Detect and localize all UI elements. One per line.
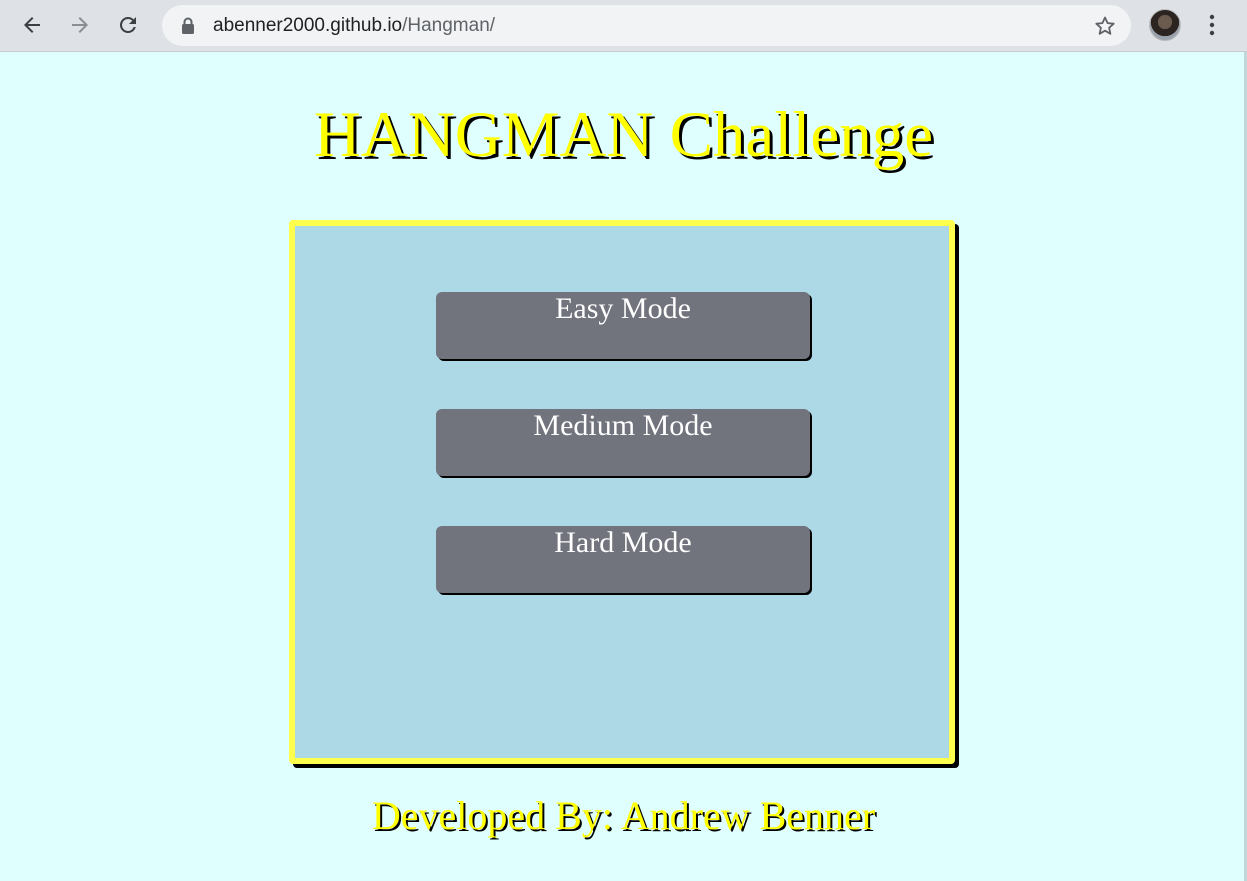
url-path: /Hangman/	[402, 15, 496, 36]
forward-button[interactable]	[63, 8, 97, 42]
browser-toolbar: abenner2000.github.io/Hangman/	[0, 0, 1247, 52]
more-vert-icon[interactable]	[1200, 12, 1224, 38]
forward-arrow-icon	[72, 17, 88, 33]
hard-mode-button[interactable]: Hard Mode	[436, 526, 810, 593]
developer-credit: Developed By: Andrew Benner	[371, 793, 876, 838]
mode-panel: Easy Mode Medium Mode Hard Mode	[289, 220, 955, 764]
easy-mode-button[interactable]: Easy Mode	[436, 292, 810, 359]
back-arrow-icon	[24, 17, 40, 33]
medium-mode-button[interactable]: Medium Mode	[436, 409, 810, 476]
page-title: HANGMAN Challenge	[313, 99, 934, 171]
star-icon[interactable]	[1093, 14, 1117, 38]
reload-icon	[120, 17, 136, 33]
lock-icon	[182, 17, 194, 34]
back-button[interactable]	[15, 8, 49, 42]
url-host: abenner2000.github.io	[213, 15, 403, 36]
reload-button[interactable]	[111, 8, 145, 42]
address-bar[interactable]: abenner2000.github.io/Hangman/	[162, 5, 1131, 46]
avatar[interactable]	[1149, 9, 1181, 41]
url-text: abenner2000.github.io/Hangman/	[213, 15, 495, 37]
